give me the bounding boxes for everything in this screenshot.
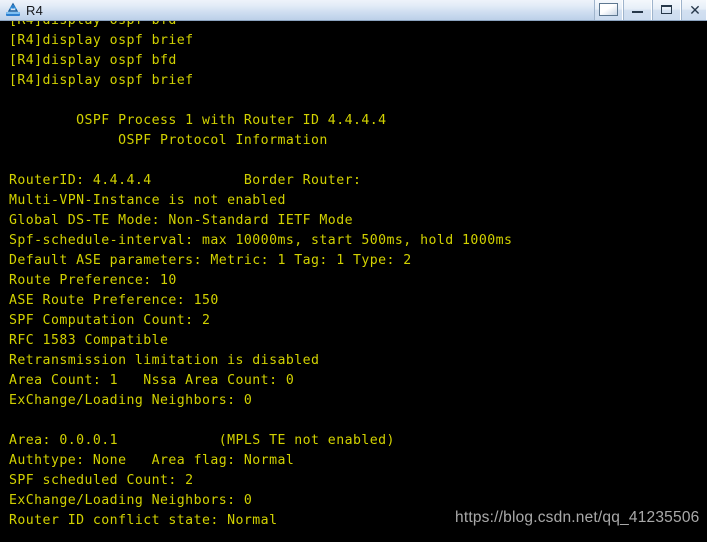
terminal-line: OSPF Protocol Information — [9, 133, 328, 148]
terminal-line: OSPF Process 1 with Router ID 4.4.4.4 — [9, 113, 387, 128]
terminal-line: Default ASE parameters: Metric: 1 Tag: 1… — [9, 253, 412, 268]
terminal-line: [R4]display ospf bfd — [9, 21, 707, 31]
terminal-line: Route Preference: 10 — [9, 273, 177, 288]
terminal-line: SPF Computation Count: 2 — [9, 313, 211, 328]
terminal-line: Spf-schedule-interval: max 10000ms, star… — [9, 233, 513, 248]
window-controls: ✕ — [594, 0, 707, 20]
close-icon: ✕ — [689, 1, 701, 18]
terminal-line: Multi-VPN-Instance is not enabled — [9, 193, 286, 208]
terminal-line: Router ID conflict state: Normal — [9, 513, 278, 528]
window-title: R4 — [26, 2, 44, 18]
restore-button[interactable] — [594, 0, 623, 20]
terminal-line: Area: 0.0.0.1 (MPLS TE not enabled) — [9, 433, 395, 448]
close-button[interactable]: ✕ — [681, 0, 707, 20]
terminal-line: Retransmission limitation is disabled — [9, 353, 320, 368]
terminal-line: RouterID: 4.4.4.4 Border Router: — [9, 173, 362, 188]
maximize-button[interactable] — [652, 0, 681, 20]
terminal-line: SPF scheduled Count: 2 — [9, 473, 194, 488]
minimize-icon — [632, 11, 643, 13]
terminal-output[interactable]: [R4]display ospf bfd [R4]display ospf bri… — [0, 21, 707, 542]
router-console-window: R4 ✕ [R4]display ospf bfd[R4]display osp… — [0, 0, 707, 542]
terminal-lines: [R4]display ospf bfd [R4]display ospf bri… — [0, 21, 707, 542]
window-titlebar[interactable]: R4 ✕ — [0, 0, 707, 21]
maximize-icon — [661, 5, 672, 14]
terminal-line: RFC 1583 Compatible — [9, 333, 169, 348]
terminal-line: Global DS-TE Mode: Non-Standard IETF Mod… — [9, 213, 353, 228]
terminal-line: ExChange/Loading Neighbors: 0 — [9, 493, 253, 508]
terminal-line: Area Count: 1 Nssa Area Count: 0 — [9, 373, 295, 388]
restore-icon — [599, 3, 618, 16]
terminal-line: Authtype: None Area flag: Normal — [9, 453, 295, 468]
terminal-line: ASE Route Preference: 150 — [9, 293, 219, 308]
titlebar-left: R4 — [0, 2, 594, 18]
terminal-line: [R4]display ospf brief — [9, 33, 194, 48]
router-icon — [5, 2, 21, 18]
terminal-line: [R4]display ospf brief — [9, 73, 194, 88]
minimize-button[interactable] — [623, 0, 652, 20]
terminal-line: ExChange/Loading Neighbors: 0 — [9, 393, 253, 408]
terminal-line: [R4]display ospf bfd — [9, 53, 177, 68]
